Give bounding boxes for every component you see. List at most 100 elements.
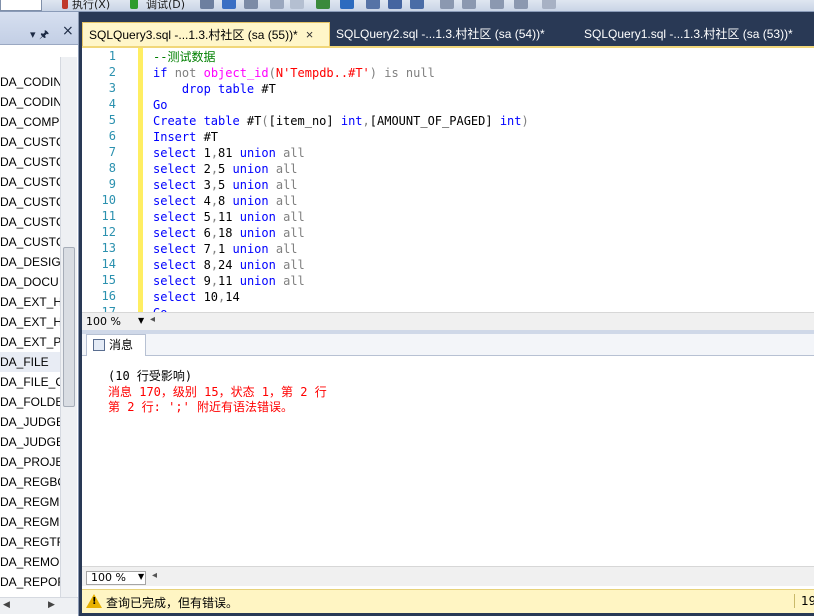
explorer-tree-item[interactable]: DA_REPOF [0, 572, 60, 592]
scroll-right-icon[interactable]: ▶ [48, 600, 55, 610]
query-editor[interactable]: 1 2 3 4 5 6 7 8 9 10 11 12 13 14 15 16 17 --测试数据 if not o… [82, 46, 814, 312]
line-number: 17 [101, 305, 116, 312]
code-token: #T [246, 114, 262, 128]
comment-icon[interactable] [440, 0, 454, 9]
close-tab-icon[interactable]: × [306, 23, 314, 47]
explorer-tree-item[interactable]: DA_REGTF [0, 532, 60, 552]
code-token: select [153, 194, 204, 208]
uncomment-icon[interactable] [462, 0, 476, 9]
explorer-tree-item[interactable]: DA_COMP [0, 112, 60, 132]
code-token: , [210, 178, 219, 192]
results-to-text-icon[interactable] [366, 0, 380, 9]
explorer-tree-item[interactable]: DA_CUSTC [0, 192, 60, 212]
explorer-tree-item[interactable]: DA_REGM [0, 512, 60, 532]
explorer-tree-item[interactable]: DA_CUSTC [0, 132, 60, 152]
chevron-down-icon[interactable]: ▼ [138, 572, 144, 581]
messages-pane: (10 行受影响) 消息 170，级别 15，状态 1，第 2 行第 2 行: '… [82, 356, 814, 566]
code-token: 14 [225, 290, 240, 304]
results-to-grid-icon[interactable] [388, 0, 402, 9]
tab-sqlquery2[interactable]: SQLQuery2.sql -...1.3.村社区 (sa (54))* [330, 22, 570, 46]
database-combo[interactable]: ▼ [0, 0, 42, 11]
code-token: , [210, 162, 219, 176]
close-icon[interactable]: × [62, 23, 74, 39]
chevron-down-icon[interactable]: ▼ [138, 316, 144, 325]
code-token: N'Tempdb..#T' [275, 66, 370, 80]
scroll-left-icon[interactable]: ◀ [3, 600, 10, 610]
explorer-tree-item[interactable]: DA_REGBC [0, 472, 60, 492]
pin-icon[interactable]: ▾ 🖈 [30, 26, 49, 45]
explorer-tree-item[interactable]: DA_JUDGE [0, 412, 60, 432]
explorer-vertical-scrollbar[interactable] [60, 57, 77, 607]
tab-sqlquery3[interactable]: SQLQuery3.sql -...1.3.村社区 (sa (55))* × [82, 22, 330, 46]
document-tabs: SQLQuery3.sql -...1.3.村社区 (sa (55))* × SQ… [82, 22, 814, 46]
tab-messages[interactable]: 消息 [86, 334, 146, 357]
execute-button[interactable]: 执行(X) [72, 0, 110, 11]
explorer-tree-item[interactable]: DA_CODIN [0, 72, 60, 92]
code-token: Create table [153, 114, 247, 128]
code-token: int [340, 114, 363, 128]
explorer-horizontal-scrollbar[interactable]: ◀ ▶ [0, 597, 78, 614]
line-number: 16 [101, 289, 116, 303]
scroll-left-icon[interactable]: ◂ [150, 314, 155, 325]
tab-label: SQLQuery1.sql -...1.3.村社区 (sa (53))* [584, 27, 793, 41]
explorer-tree-item[interactable]: DA_CUSTC [0, 152, 60, 172]
code-token: 6 [203, 226, 211, 240]
explorer-tree-item[interactable]: DA_PROJE [0, 452, 60, 472]
code-token: select [153, 242, 204, 256]
code-token: [AMOUNT_OF_PAGED] [369, 114, 500, 128]
decrease-indent-icon[interactable] [490, 0, 504, 9]
estimated-plan-icon[interactable] [270, 0, 284, 9]
explorer-tree-item[interactable]: DA_REMO [0, 552, 60, 572]
parse-check-icon[interactable] [222, 0, 236, 9]
tab-label: 消息 [109, 338, 134, 352]
results-tabs: 消息 [82, 334, 814, 357]
scrollbar-thumb[interactable] [63, 247, 75, 407]
explorer-tree-item[interactable]: DA_EXT_PI [0, 332, 60, 352]
code-token: int [499, 114, 522, 128]
explorer-tree-item[interactable]: DA_EXT_H [0, 292, 60, 312]
code-token: union [239, 258, 284, 272]
explorer-tree-item[interactable]: DA_FILE [0, 352, 60, 372]
explorer-tree-item[interactable]: DA_DOCU [0, 272, 60, 292]
explorer-tree-item[interactable]: DA_FOLDE [0, 392, 60, 412]
code-line: Insert #T [153, 129, 218, 145]
line-number: 15 [101, 273, 116, 287]
line-number-gutter: 1 2 3 4 5 6 7 8 9 10 11 12 13 14 15 16 17 [82, 48, 138, 312]
explorer-tree-item[interactable]: DA_CODIN [0, 92, 60, 112]
explorer-tree-item[interactable]: DA_CUSTC [0, 172, 60, 192]
explorer-tree-item[interactable]: DA_FILE_C [0, 372, 60, 392]
line-number: 5 [108, 113, 116, 127]
code-token: select [153, 178, 204, 192]
code-area[interactable]: --测试数据 if not object_id(N'Tempdb..#T') is… [153, 48, 813, 312]
specify-values-icon[interactable] [542, 0, 556, 9]
intellisense-icon[interactable] [316, 0, 330, 9]
results-zoom-select[interactable]: 100 % [86, 571, 146, 585]
code-line: drop table #T [153, 81, 276, 97]
increase-indent-icon[interactable] [514, 0, 528, 9]
scroll-left-icon[interactable]: ◂ [152, 570, 157, 581]
code-token: --测试数据 [153, 50, 216, 64]
explorer-tree-item[interactable]: DA_CUSTC [0, 232, 60, 252]
query-options-icon[interactable] [290, 0, 304, 9]
include-plan-icon[interactable] [340, 0, 354, 9]
tab-sqlquery1[interactable]: SQLQuery1.sql -...1.3.村社区 (sa (53))* [578, 22, 814, 46]
code-token: all [275, 194, 298, 208]
explorer-tree-item[interactable]: DA_REGM [0, 492, 60, 512]
debug-button[interactable]: 调试(D) [146, 0, 185, 11]
info-message: (10 行受影响) [108, 369, 193, 383]
explorer-tree-item[interactable]: DA_EXT_H [0, 312, 60, 332]
code-line: select 4,8 union all [153, 193, 298, 209]
explorer-tree-item[interactable]: DA_CUSTC [0, 212, 60, 232]
results-grid-icon[interactable] [244, 0, 258, 9]
stop-icon[interactable] [200, 0, 214, 9]
code-token: ) [369, 66, 385, 80]
explorer-tree-item[interactable]: DA_JUDGE [0, 432, 60, 452]
explorer-tree-item[interactable]: DA_DESIG [0, 252, 60, 272]
results-to-file-icon[interactable] [410, 0, 424, 9]
code-token: union [239, 274, 284, 288]
code-token: select [153, 274, 204, 288]
editor-zoom-select[interactable]: 100 % [86, 315, 121, 328]
execute-icon [62, 0, 68, 9]
code-token: drop table [181, 82, 262, 96]
code-token: select [153, 258, 204, 272]
